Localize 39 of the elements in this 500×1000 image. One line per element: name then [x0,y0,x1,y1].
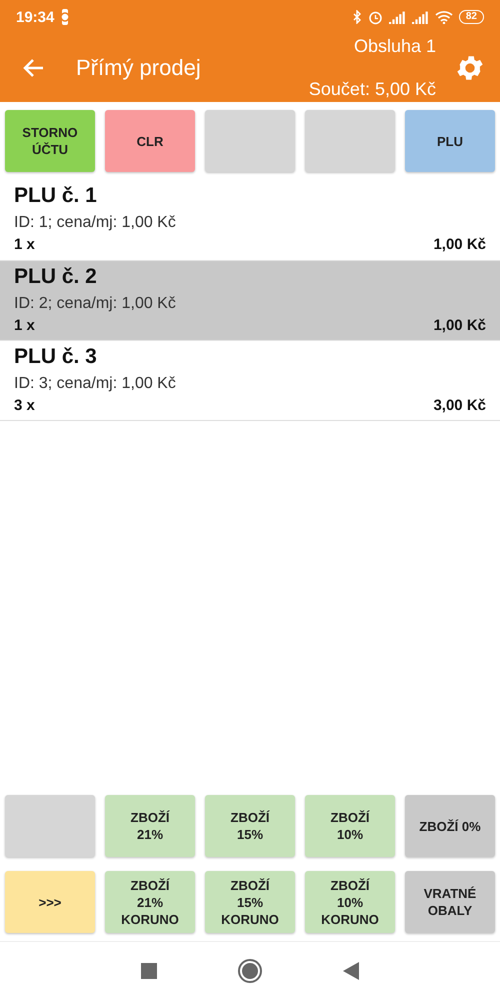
function-button[interactable]: ZBOŽÍ 0% [405,795,495,857]
function-button[interactable]: ZBOŽÍ 10% [305,795,395,857]
function-button[interactable]: VRATNÉ OBALY [405,871,495,933]
signal-icon [388,10,406,24]
item-name: PLU č. 2 [14,265,98,289]
operator-name: Obsluha 1 [354,36,436,57]
item-detail: ID: 3; cena/mj: 1,00 Kč [14,375,177,393]
function-button[interactable]: ZBOŽÍ 15% [205,795,295,857]
signal-icon [412,10,429,24]
item-amount: 1,00 Kč [433,236,486,253]
item-detail: ID: 1; cena/mj: 1,00 Kč [14,214,177,232]
item-name: PLU č. 3 [14,345,98,369]
item-amount: 1,00 Kč [433,317,486,334]
wifi-icon [434,10,453,24]
item-row[interactable]: PLU č. 2 ID: 2; cena/mj: 1,00 Kč 1 x 1,00 Kč [0,260,500,340]
function-button[interactable]: PLU [405,110,495,172]
battery-level: 82 [458,10,484,24]
function-button[interactable]: ZBOŽÍ 21% KORUNO [105,871,195,933]
back-arrow-icon[interactable] [22,58,44,78]
status-time: 19:34 [16,8,54,26]
watch-icon [60,9,70,25]
alarm-icon [368,10,383,24]
function-button[interactable]: CLR [105,110,195,172]
function-button[interactable]: ZBOŽÍ 21% [105,795,195,857]
item-name: PLU č. 1 [14,184,98,208]
function-button[interactable]: STORNO ÚČTU [5,110,95,172]
item-detail: ID: 2; cena/mj: 1,00 Kč [14,295,177,313]
item-quantity: 3 x [14,397,35,414]
function-button[interactable]: ZBOŽÍ 10% KORUNO [305,871,395,933]
screen-title: Přímý prodej [76,55,201,81]
bluetooth-icon [352,10,362,24]
item-amount: 3,00 Kč [433,397,486,414]
function-button[interactable]: ZBOŽÍ 15% KORUNO [205,871,295,933]
home-icon[interactable] [237,958,263,984]
item-quantity: 1 x [14,317,35,334]
item-quantity: 1 x [14,236,35,253]
total-amount: Součet: 5,00 Kč [308,79,436,100]
function-button[interactable]: >>> [5,871,95,933]
back-icon[interactable] [343,962,359,980]
